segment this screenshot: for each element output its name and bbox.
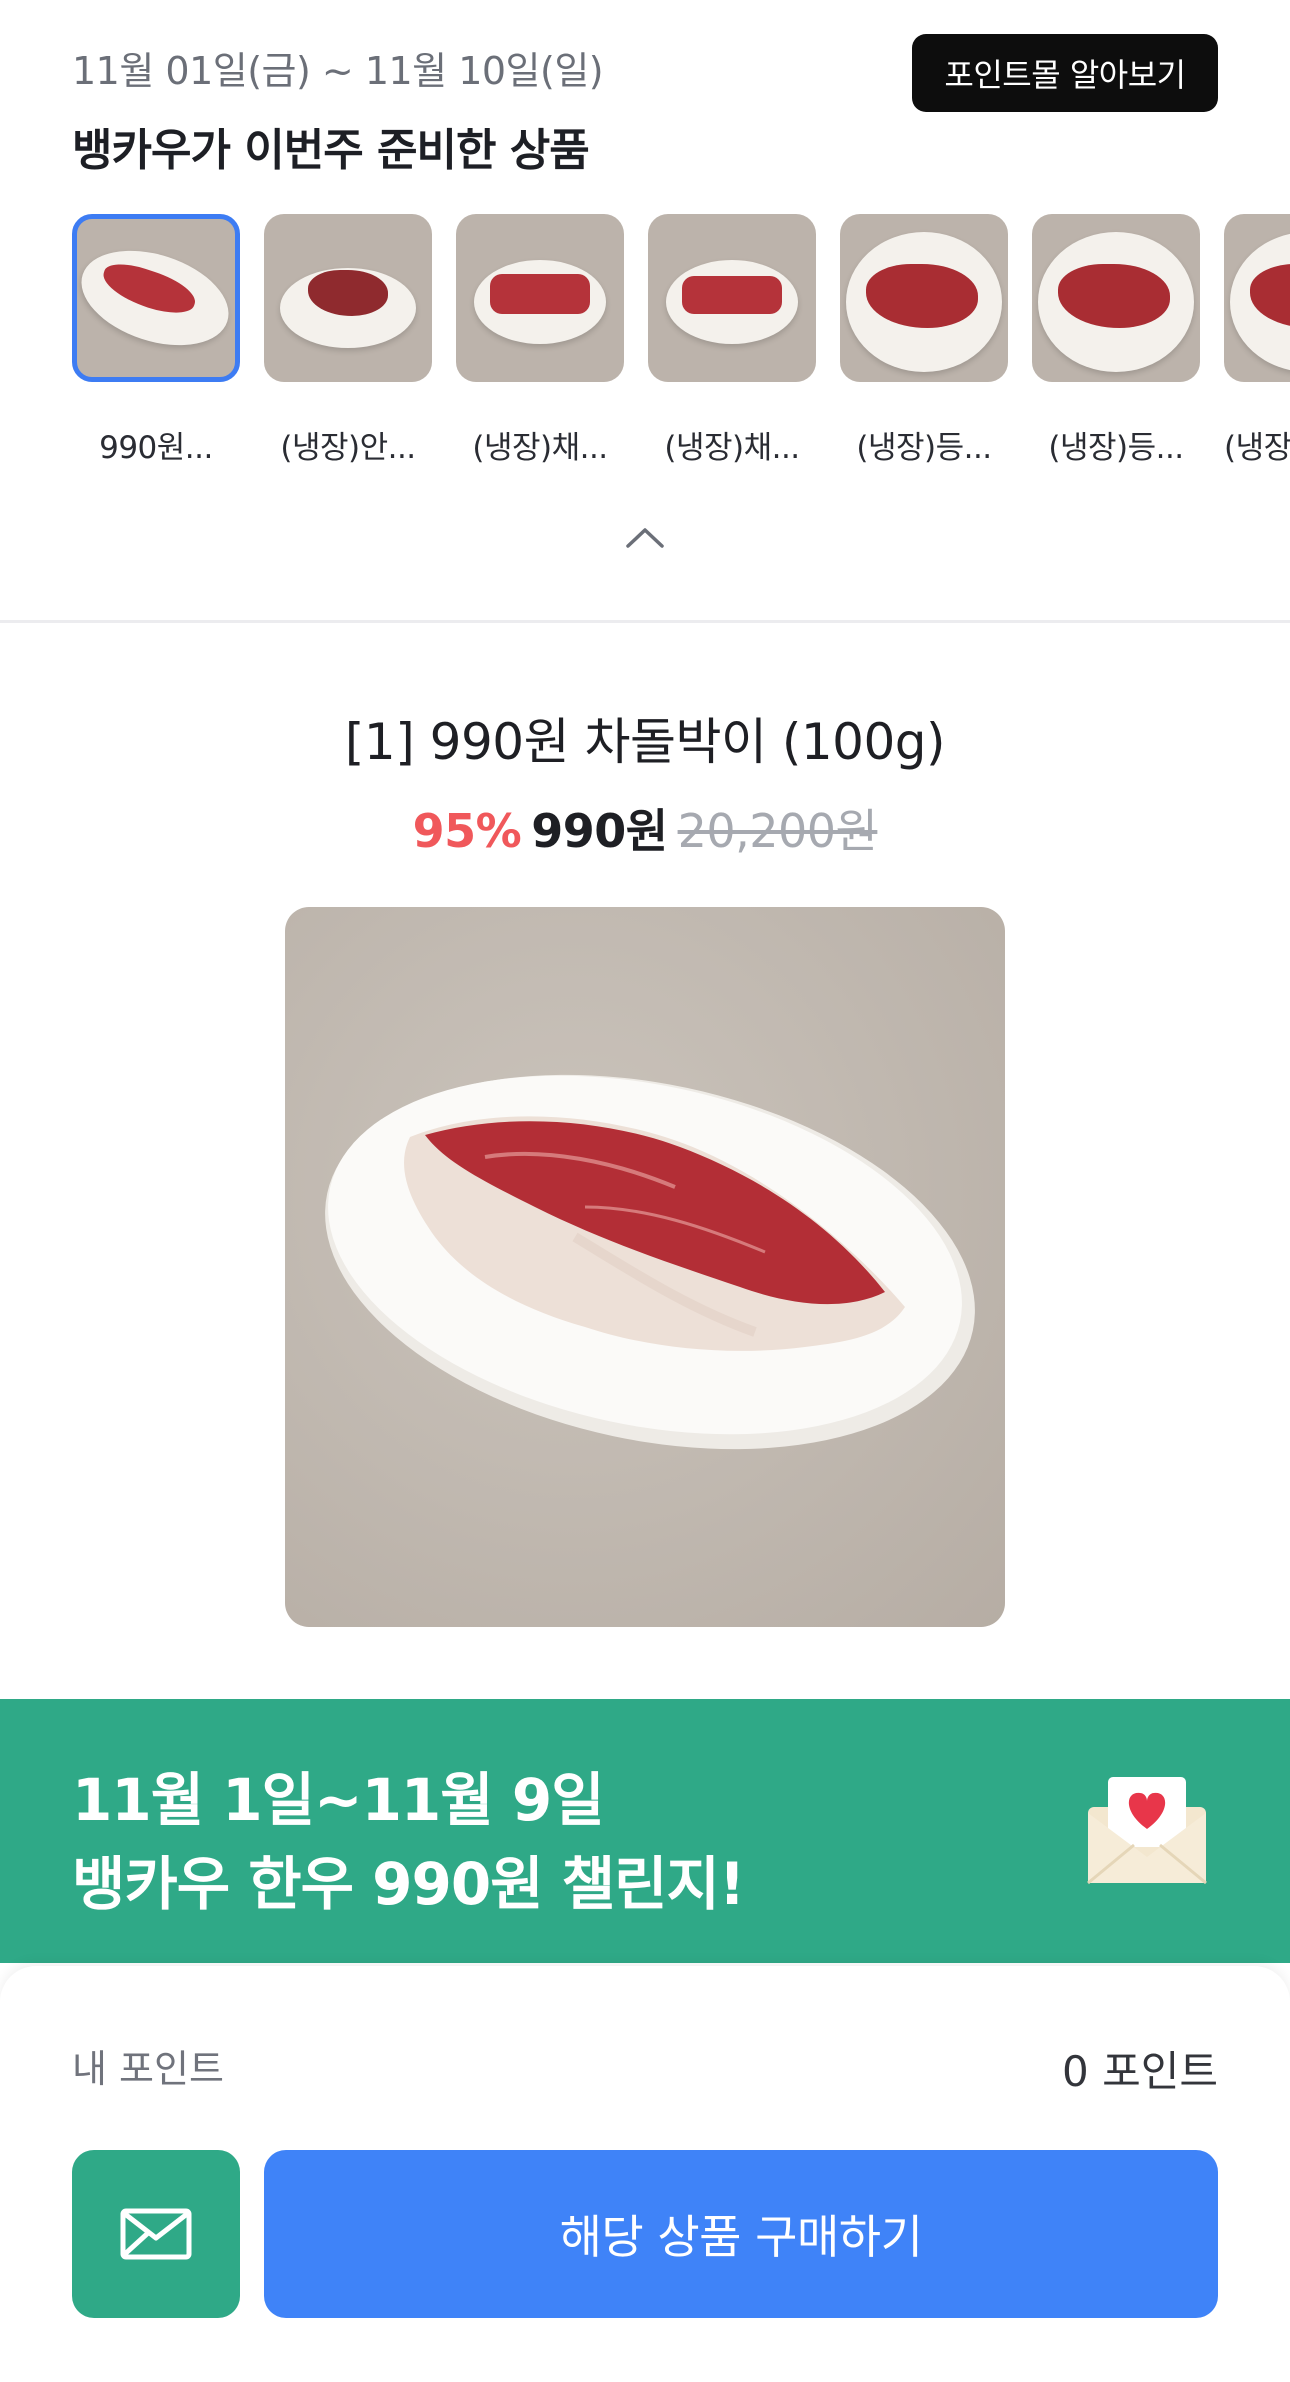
discount-rate: 95% bbox=[412, 804, 522, 858]
product-thumbnail-image bbox=[456, 214, 624, 382]
mail-icon bbox=[120, 2208, 192, 2260]
original-price: 20,200원 bbox=[677, 804, 878, 858]
sale-price: 990원 bbox=[531, 804, 668, 858]
product-thumbnail-image bbox=[1224, 214, 1290, 382]
product-thumbnail-image bbox=[648, 214, 816, 382]
mail-button[interactable] bbox=[72, 2150, 240, 2318]
banner-date: 11월 1일~11월 9일 bbox=[72, 1766, 605, 1834]
my-points-value: 0 포인트 bbox=[1062, 2047, 1218, 2096]
product-thumbnail-label: (냉장)등... bbox=[1048, 430, 1184, 466]
product-thumbnail-label: (냉장)안... bbox=[280, 430, 416, 466]
price-row: 95% 990원 20,200원 bbox=[0, 795, 1290, 861]
product-title: [1] 990원 차돌박이 (100g) bbox=[344, 713, 946, 771]
product-thumbnail-label: (냉장)등... bbox=[856, 430, 992, 466]
product-thumbnail[interactable]: (냉장 bbox=[1224, 214, 1290, 467]
product-thumbnail-image bbox=[840, 214, 1008, 382]
product-thumbnail[interactable]: (냉장)안... bbox=[264, 214, 432, 467]
chevron-up-icon[interactable] bbox=[624, 522, 666, 552]
section-divider bbox=[0, 620, 1290, 623]
product-thumbnail-image bbox=[72, 214, 240, 382]
buy-product-button[interactable]: 해당 상품 구매하기 bbox=[264, 2150, 1218, 2318]
pointmall-button[interactable]: 포인트몰 알아보기 bbox=[912, 34, 1218, 112]
product-thumbnail-label: (냉장)채... bbox=[664, 430, 800, 466]
product-thumbnail-label: (냉장 bbox=[1224, 430, 1290, 466]
date-range: 11월 01일(금) ~ 11월 10일(일) bbox=[72, 49, 604, 93]
product-thumbnail-strip[interactable]: 990원... (냉장)안... (냉장)채... (냉장)채... (냉장)등… bbox=[72, 214, 1290, 474]
challenge-banner[interactable]: 11월 1일~11월 9일 뱅카우 한우 990원 챌린지! bbox=[0, 1699, 1290, 1963]
product-thumbnail[interactable]: (냉장)채... bbox=[456, 214, 624, 467]
banner-title: 뱅카우 한우 990원 챌린지! bbox=[72, 1850, 745, 1918]
product-thumbnail[interactable]: (냉장)등... bbox=[1032, 214, 1200, 467]
product-thumbnail-label: (냉장)채... bbox=[472, 430, 608, 466]
product-thumbnail[interactable]: 990원... bbox=[72, 214, 240, 467]
bottom-sheet: 내 포인트 0 포인트 해당 상품 구매하기 bbox=[0, 1966, 1290, 2382]
product-thumbnail[interactable]: (냉장)채... bbox=[648, 214, 816, 467]
product-thumbnail-image bbox=[1032, 214, 1200, 382]
section-headline: 뱅카우가 이번주 준비한 상품 bbox=[72, 125, 590, 176]
product-image bbox=[285, 907, 1005, 1627]
product-thumbnail[interactable]: (냉장)등... bbox=[840, 214, 1008, 467]
product-thumbnail-label: 990원... bbox=[99, 430, 213, 466]
product-selector-section: 11월 01일(금) ~ 11월 10일(일) 뱅카우가 이번주 준비한 상품 … bbox=[0, 0, 1290, 623]
my-points-label: 내 포인트 bbox=[72, 2047, 224, 2091]
product-thumbnail-image bbox=[264, 214, 432, 382]
envelope-heart-icon bbox=[1087, 1777, 1207, 1885]
